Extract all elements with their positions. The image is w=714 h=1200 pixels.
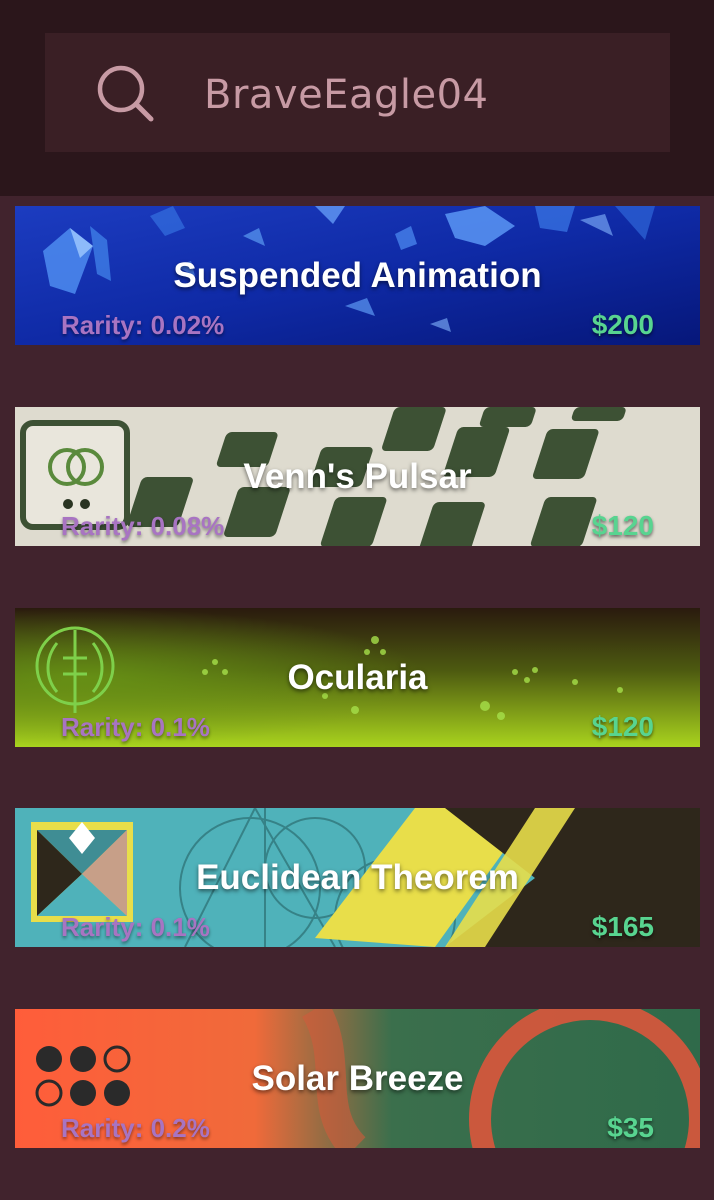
item-title: Ocularia bbox=[287, 658, 428, 697]
item-price: $35 bbox=[607, 1112, 654, 1143]
item-price: $120 bbox=[591, 510, 654, 541]
item-price: $120 bbox=[591, 711, 654, 742]
item-rarity: Rarity: 0.1% bbox=[61, 712, 210, 742]
item-card-ocularia[interactable]: Ocularia Rarity: 0.1% $120 bbox=[15, 608, 700, 747]
item-card-venns-pulsar[interactable]: Venn's Pulsar Rarity: 0.08% $120 bbox=[15, 407, 700, 546]
item-price: $165 bbox=[591, 911, 654, 942]
item-card-euclidean-theorem[interactable]: Euclidean Theorem Rarity: 0.1% $165 bbox=[15, 808, 700, 947]
search-input[interactable] bbox=[204, 70, 624, 120]
item-title: Suspended Animation bbox=[173, 256, 542, 295]
item-rarity: Rarity: 0.08% bbox=[61, 511, 225, 541]
item-price: $200 bbox=[591, 309, 654, 340]
item-rarity: Rarity: 0.02% bbox=[61, 310, 225, 340]
item-title: Solar Breeze bbox=[251, 1059, 464, 1098]
top-bar bbox=[0, 0, 714, 196]
item-rarity: Rarity: 0.1% bbox=[61, 912, 210, 942]
item-title: Euclidean Theorem bbox=[196, 858, 519, 897]
search-icon[interactable] bbox=[95, 63, 155, 123]
item-title: Venn's Pulsar bbox=[243, 457, 472, 496]
item-rarity: Rarity: 0.2% bbox=[61, 1113, 210, 1143]
item-card-solar-breeze[interactable]: Solar Breeze Rarity: 0.2% $35 bbox=[15, 1009, 700, 1148]
item-card-suspended-animation[interactable]: Suspended Animation Rarity: 0.02% $200 bbox=[15, 206, 700, 345]
